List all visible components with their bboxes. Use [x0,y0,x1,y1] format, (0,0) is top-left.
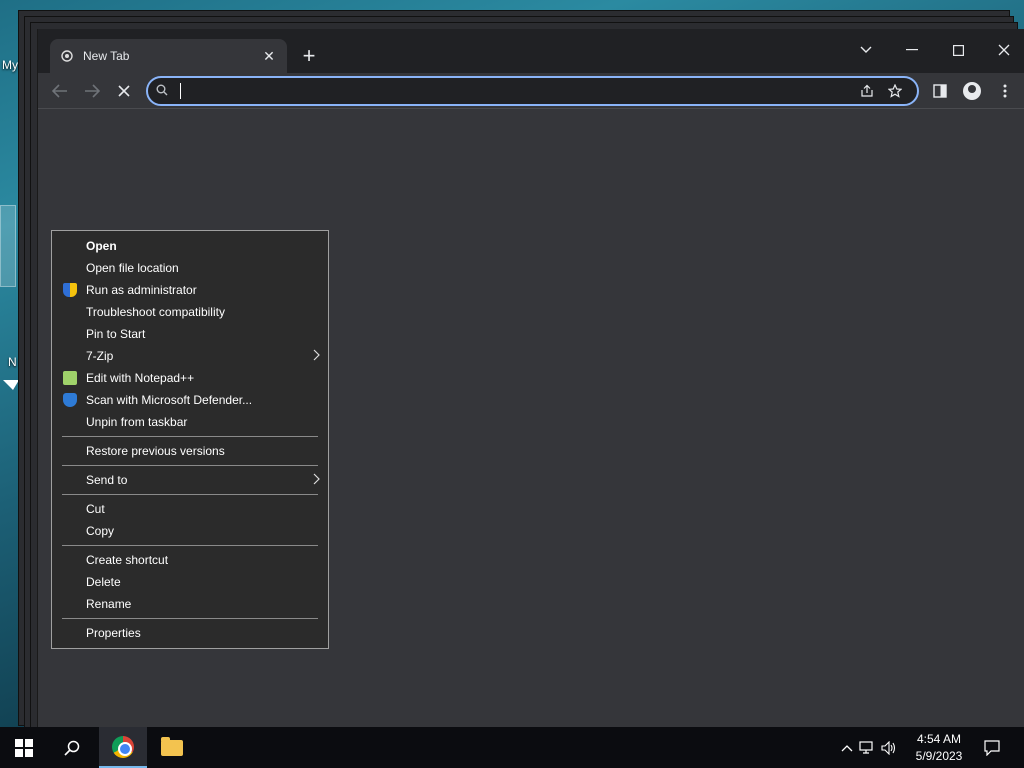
profile-avatar-icon[interactable] [958,77,986,105]
menu-item-create-shortcut[interactable]: Create shortcut [52,549,328,571]
start-button[interactable] [0,727,48,768]
desktop-icon-label-my[interactable]: My [2,58,18,72]
desktop-icon-tile[interactable] [0,205,16,287]
notepad-plus-plus-icon [63,371,77,385]
desktop-icon-label-n[interactable]: N [8,355,17,369]
menu-item-label: Create shortcut [86,553,169,567]
menu-item-unpin-from-taskbar[interactable]: Unpin from taskbar [52,411,328,433]
menu-separator [62,545,318,546]
menu-item-label: Send to [86,473,128,487]
system-tray [838,727,900,768]
menu-item-label: Unpin from taskbar [86,415,188,429]
taskbar: 4:54 AM 5/9/2023 [0,727,1024,768]
menu-item-label: Scan with Microsoft Defender... [86,393,253,407]
menu-item-label: Pin to Start [86,327,146,341]
menu-item-label: Delete [86,575,121,589]
folder-icon [161,736,183,756]
menu-item-edit-with-notepad[interactable]: Edit with Notepad++ [52,367,328,389]
menu-item-label: 7-Zip [86,349,114,363]
menu-separator [62,494,318,495]
menu-item-rename[interactable]: Rename [52,593,328,615]
menu-item-label: Open [86,239,117,253]
chrome-icon [112,735,134,758]
menu-item-run-as-administrator[interactable]: Run as administrator [52,279,328,301]
network-icon[interactable] [856,740,878,755]
volume-icon[interactable] [878,740,900,755]
menu-item-delete[interactable]: Delete [52,571,328,593]
notifications-button[interactable] [970,727,1014,768]
menu-item-pin-to-start[interactable]: Pin to Start [52,323,328,345]
bookmark-star-icon[interactable] [881,84,909,98]
menu-item-cut[interactable]: Cut [52,498,328,520]
close-window-button[interactable] [981,35,1024,65]
browser-toolbar [38,73,1024,109]
search-button[interactable] [48,727,96,768]
chrome-favicon-icon [60,49,74,63]
side-panel-icon[interactable] [926,77,954,105]
menu-item-label: Cut [86,502,105,516]
menu-item-label: Edit with Notepad++ [86,371,195,385]
avatar [963,82,981,100]
submenu-arrow-icon [313,472,320,488]
menu-separator [62,618,318,619]
more-menu-icon[interactable] [991,77,1019,105]
menu-item-restore-previous-versions[interactable]: Restore previous versions [52,440,328,462]
browser-titlebar: New Tab ✕ + [38,29,1024,73]
clock-time: 4:54 AM [916,732,962,746]
stop-loading-icon[interactable] [110,77,138,105]
taskbar-file-explorer-button[interactable] [148,727,196,768]
defender-shield-icon [63,393,77,407]
submenu-arrow-icon [313,348,320,364]
new-tab-button[interactable]: + [297,43,321,68]
context-menu: Open Open file location Run as administr… [51,230,329,649]
address-input[interactable] [180,83,853,99]
menu-item-properties[interactable]: Properties [52,622,328,644]
tab-close-icon[interactable]: ✕ [261,48,277,64]
menu-separator [62,465,318,466]
omnibox[interactable] [146,76,919,106]
tab-title: New Tab [83,49,130,63]
minimize-button[interactable] [889,35,935,65]
action-center-icon [984,739,1000,756]
menu-item-send-to[interactable]: Send to [52,469,328,491]
menu-item-7zip[interactable]: 7-Zip [52,345,328,367]
menu-item-open-file-location[interactable]: Open file location [52,257,328,279]
menu-item-scan-with-defender[interactable]: Scan with Microsoft Defender... [52,389,328,411]
taskbar-chrome-button[interactable] [99,727,147,768]
menu-item-copy[interactable]: Copy [52,520,328,542]
menu-item-label: Troubleshoot compatibility [86,305,225,319]
menu-item-label: Run as administrator [86,283,197,297]
menu-item-label: Open file location [86,261,179,275]
windows-logo-icon [15,738,33,757]
menu-item-label: Copy [86,524,115,538]
maximize-button[interactable] [935,35,981,65]
forward-arrow-icon[interactable] [78,77,106,105]
menu-item-open[interactable]: Open [52,235,328,257]
menu-item-label: Restore previous versions [86,444,225,458]
search-icon [64,740,80,756]
menu-item-troubleshoot-compatibility[interactable]: Troubleshoot compatibility [52,301,328,323]
clock-date: 5/9/2023 [915,749,963,763]
mouse-cursor-icon [3,380,19,390]
menu-item-label: Rename [86,597,132,611]
back-arrow-icon[interactable] [46,77,74,105]
share-icon[interactable] [853,84,881,98]
uac-shield-icon [63,283,77,297]
menu-separator [62,436,318,437]
tab-search-chevron-icon[interactable] [843,35,889,65]
chevron-up-icon[interactable] [838,744,856,752]
menu-item-label: Properties [86,626,141,640]
search-icon [156,84,174,99]
tab-new-tab[interactable]: New Tab ✕ [50,39,287,73]
taskbar-clock[interactable]: 4:54 AM 5/9/2023 [906,731,972,765]
